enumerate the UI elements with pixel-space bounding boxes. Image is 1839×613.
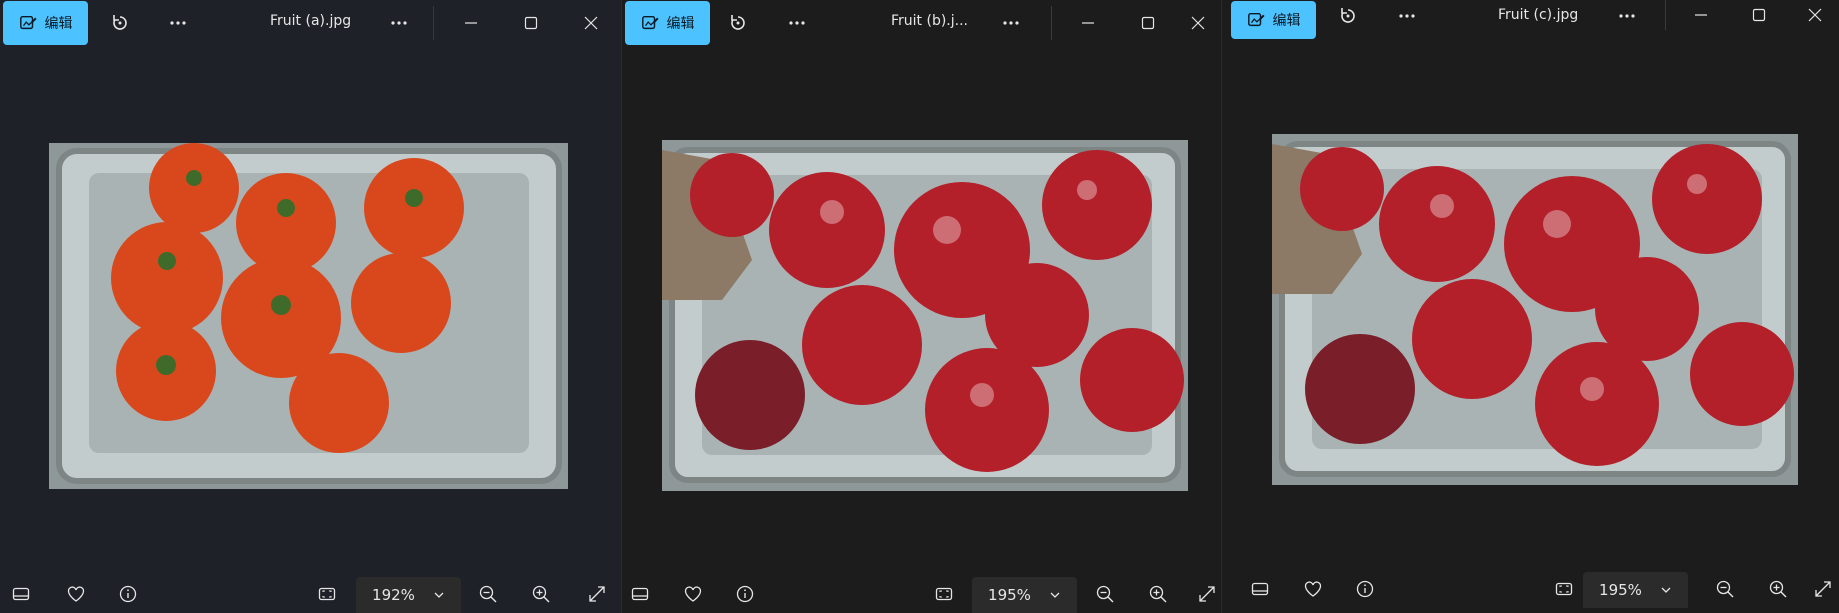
separator: [1665, 0, 1666, 30]
heart-icon[interactable]: [1300, 576, 1326, 602]
fullscreen-icon[interactable]: [584, 581, 610, 607]
fit-to-window-icon[interactable]: [931, 581, 957, 607]
window-title: Fruit (a).jpg: [270, 13, 352, 29]
zoom-in-icon[interactable]: [1765, 576, 1791, 602]
title-bar: 编辑 Fruit (b).j...: [622, 0, 1221, 46]
more-icon[interactable]: [998, 10, 1024, 36]
separator: [1051, 6, 1052, 40]
edit-image-icon: [641, 15, 659, 30]
chevron-down-icon: [434, 592, 444, 598]
edit-image-icon: [1247, 12, 1265, 27]
bottom-bar: 192%: [0, 573, 621, 613]
chevron-down-icon: [1661, 587, 1671, 593]
edit-button-label: 编辑: [1272, 13, 1301, 29]
maximize-icon[interactable]: [1746, 2, 1772, 28]
maximize-icon[interactable]: [518, 10, 544, 36]
more-icon[interactable]: [1614, 3, 1640, 29]
close-icon[interactable]: [578, 10, 604, 36]
fullscreen-icon[interactable]: [1194, 581, 1220, 607]
more-icon[interactable]: [784, 10, 810, 36]
fullscreen-icon[interactable]: [1810, 576, 1836, 602]
fit-to-window-icon[interactable]: [314, 581, 340, 607]
more-icon[interactable]: [1394, 3, 1420, 29]
edit-button-label: 编辑: [44, 16, 73, 32]
edit-image-icon: [19, 15, 37, 30]
window-title: Fruit (c).jpg: [1498, 7, 1579, 23]
edit-button-label: 编辑: [666, 16, 695, 32]
edit-button[interactable]: 编辑: [625, 1, 710, 45]
photo-viewer-window-a: 编辑 Fruit (a).jpg 192%: [0, 0, 622, 613]
title-bar: 编辑 Fruit (a).jpg: [0, 0, 621, 46]
zoom-level-dropdown[interactable]: 195%: [972, 577, 1077, 613]
zoom-level: 195%: [1599, 581, 1642, 599]
title-bar: 编辑 Fruit (c).jpg: [1222, 0, 1839, 46]
info-icon[interactable]: [732, 581, 758, 607]
heart-icon[interactable]: [680, 581, 706, 607]
filmstrip-icon[interactable]: [1247, 576, 1273, 602]
rotate-icon[interactable]: [107, 10, 133, 36]
edit-button[interactable]: 编辑: [3, 1, 88, 45]
close-icon[interactable]: [1185, 10, 1211, 36]
photo-viewer-window-c: 编辑 Fruit (c).jpg 195%: [1222, 0, 1839, 613]
zoom-level-dropdown[interactable]: 195%: [1583, 572, 1688, 608]
zoom-in-icon[interactable]: [528, 581, 554, 607]
zoom-level: 192%: [372, 586, 415, 604]
filmstrip-icon[interactable]: [627, 581, 653, 607]
minimize-icon[interactable]: [1688, 2, 1714, 28]
zoom-out-icon[interactable]: [475, 581, 501, 607]
maximize-icon[interactable]: [1135, 10, 1161, 36]
separator: [433, 6, 434, 40]
info-icon[interactable]: [115, 581, 141, 607]
rotate-icon[interactable]: [1335, 3, 1361, 29]
window-title: Fruit (b).j...: [891, 13, 968, 29]
fit-to-window-icon[interactable]: [1551, 576, 1577, 602]
photo-apples: [1272, 134, 1798, 485]
zoom-in-icon[interactable]: [1145, 581, 1171, 607]
more-icon[interactable]: [386, 10, 412, 36]
zoom-level-dropdown[interactable]: 192%: [356, 577, 461, 613]
close-icon[interactable]: [1802, 2, 1828, 28]
zoom-out-icon[interactable]: [1712, 576, 1738, 602]
info-icon[interactable]: [1352, 576, 1378, 602]
minimize-icon[interactable]: [458, 10, 484, 36]
zoom-out-icon[interactable]: [1092, 581, 1118, 607]
minimize-icon[interactable]: [1075, 10, 1101, 36]
rotate-icon[interactable]: [725, 10, 751, 36]
more-icon[interactable]: [165, 10, 191, 36]
chevron-down-icon: [1050, 592, 1060, 598]
photo-apples: [662, 140, 1188, 491]
zoom-level: 195%: [988, 586, 1031, 604]
edit-button[interactable]: 编辑: [1231, 1, 1316, 39]
bottom-bar: 195%: [622, 573, 1221, 613]
photo-viewer-window-b: 编辑 Fruit (b).j... 195%: [622, 0, 1222, 613]
filmstrip-icon[interactable]: [8, 581, 34, 607]
heart-icon[interactable]: [63, 581, 89, 607]
photo-tomatoes: [49, 143, 568, 489]
bottom-bar: 195%: [1222, 568, 1839, 608]
